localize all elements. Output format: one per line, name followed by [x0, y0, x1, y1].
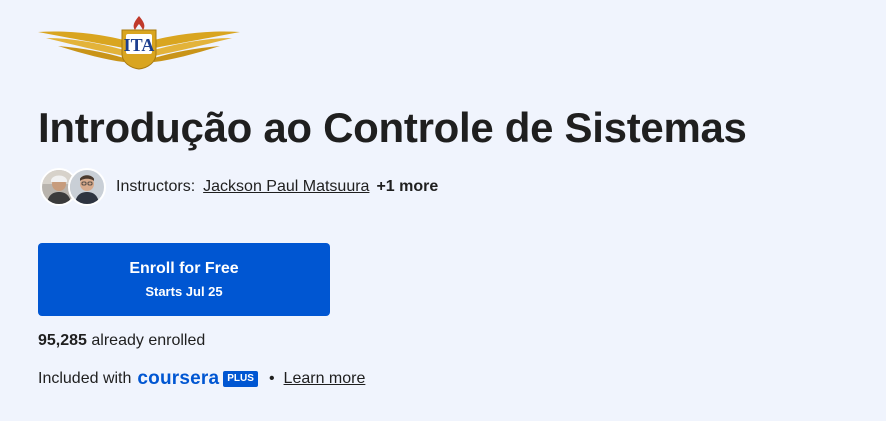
course-title: Introdução ao Controle de Sistemas: [38, 104, 747, 151]
instructor-name-link[interactable]: Jackson Paul Matsuura: [203, 178, 369, 196]
enrollment-number: 95,285: [38, 332, 87, 349]
included-with-label: Included with: [38, 370, 132, 387]
ita-winged-logo-icon: ITA: [38, 16, 240, 70]
enroll-button[interactable]: Enroll for Free Starts Jul 25: [38, 243, 330, 316]
instructor-avatar-2[interactable]: [68, 168, 106, 206]
instructors-label: Instructors:: [116, 178, 196, 195]
enrollment-count: 95,285 already enrolled: [38, 332, 205, 350]
instructors-row: Instructors: Jackson Paul Matsuura +1 mo…: [40, 168, 438, 206]
more-instructors-link[interactable]: +1 more: [376, 178, 438, 196]
coursera-logo: coursera: [137, 368, 220, 389]
separator-dot: •: [268, 370, 275, 387]
plus-badge: PLUS: [223, 371, 258, 387]
instructor-avatars[interactable]: [40, 168, 106, 206]
enroll-button-label: Enroll for Free: [129, 259, 239, 277]
enroll-start-date: Starts Jul 25: [145, 283, 223, 299]
ita-logo[interactable]: ITA: [38, 14, 240, 70]
enrollment-suffix: already enrolled: [91, 332, 206, 349]
coursera-plus-row: Included with coursera PLUS • Learn more: [38, 368, 365, 390]
ita-logo-text: ITA: [124, 35, 155, 55]
learn-more-link[interactable]: Learn more: [284, 370, 366, 388]
person-photo-icon: [70, 170, 104, 204]
